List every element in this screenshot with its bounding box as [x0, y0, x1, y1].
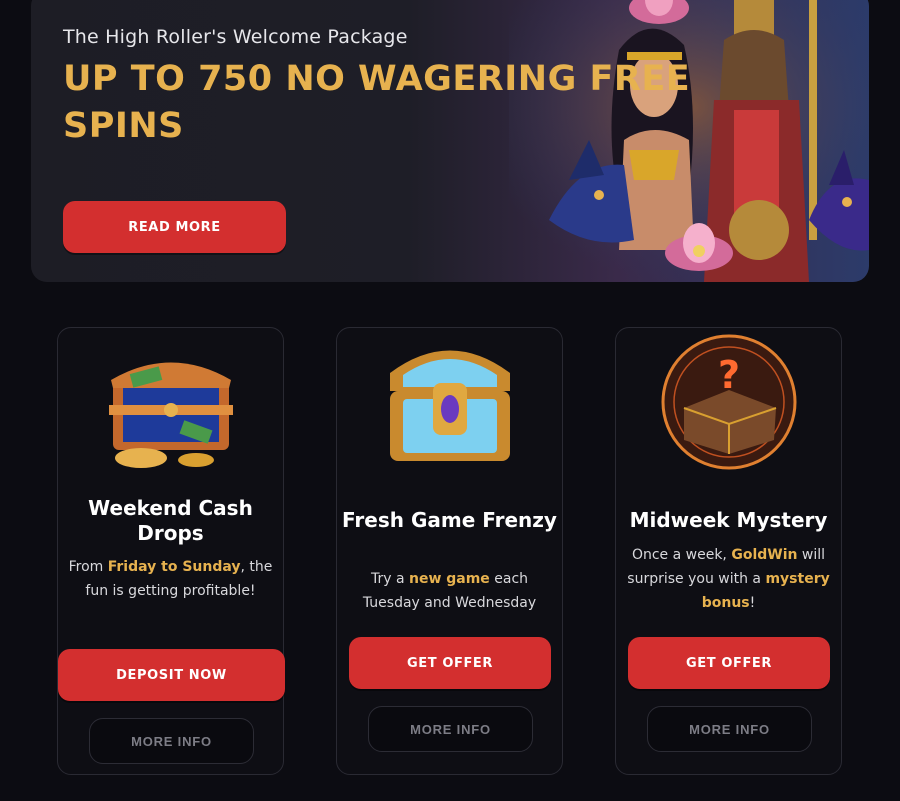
banner-subtitle: The High Roller's Welcome Package	[63, 26, 408, 48]
desc-highlight: GoldWin	[731, 547, 798, 563]
deposit-now-button[interactable]: DEPOSIT NOW	[58, 649, 285, 701]
promo-card-midweek-mystery: ? Midweek Mystery Once a week, GoldWin w…	[615, 327, 842, 775]
card-title: Weekend Cash Drops	[88, 496, 253, 545]
desc-highlight: new game	[408, 571, 490, 587]
mystery-book-icon: ?	[661, 334, 796, 470]
more-info-button[interactable]: MORE INFO	[89, 718, 254, 764]
promo-card-fresh-game-frenzy: Fresh Game Frenzy Try a new game each Tu…	[336, 327, 563, 775]
banner-title: UP TO 750 NO WAGERING FREE SPINS	[63, 59, 691, 146]
desc-text: From	[68, 559, 108, 575]
desc-text: Try a	[370, 571, 409, 587]
card-description: Try a new game each Tuesday and Wednesda…	[345, 567, 554, 615]
svg-text:?: ?	[717, 353, 739, 397]
promo-card-weekend-cash-drops: Weekend Cash Drops From Friday to Sunday…	[57, 327, 285, 775]
get-offer-button[interactable]: GET OFFER	[349, 637, 551, 689]
card-description: From Friday to Sunday, the fun is gettin…	[66, 555, 275, 603]
desc-text: !	[749, 595, 756, 611]
treasure-chest-icon	[108, 362, 233, 468]
card-description: Once a week, GoldWin will surprise you w…	[624, 543, 833, 615]
chest-icon	[389, 350, 510, 461]
more-info-button[interactable]: MORE INFO	[368, 706, 533, 752]
more-info-button[interactable]: MORE INFO	[647, 706, 812, 752]
get-offer-button[interactable]: GET OFFER	[628, 637, 830, 689]
desc-text: Once a week,	[631, 547, 732, 563]
desc-highlight: Friday to Sunday	[107, 559, 241, 575]
welcome-banner: The High Roller's Welcome Package UP TO …	[31, 0, 869, 282]
card-title: Fresh Game Frenzy	[342, 508, 557, 532]
read-more-button[interactable]: READ MORE	[63, 201, 286, 253]
card-title: Midweek Mystery	[629, 508, 828, 532]
